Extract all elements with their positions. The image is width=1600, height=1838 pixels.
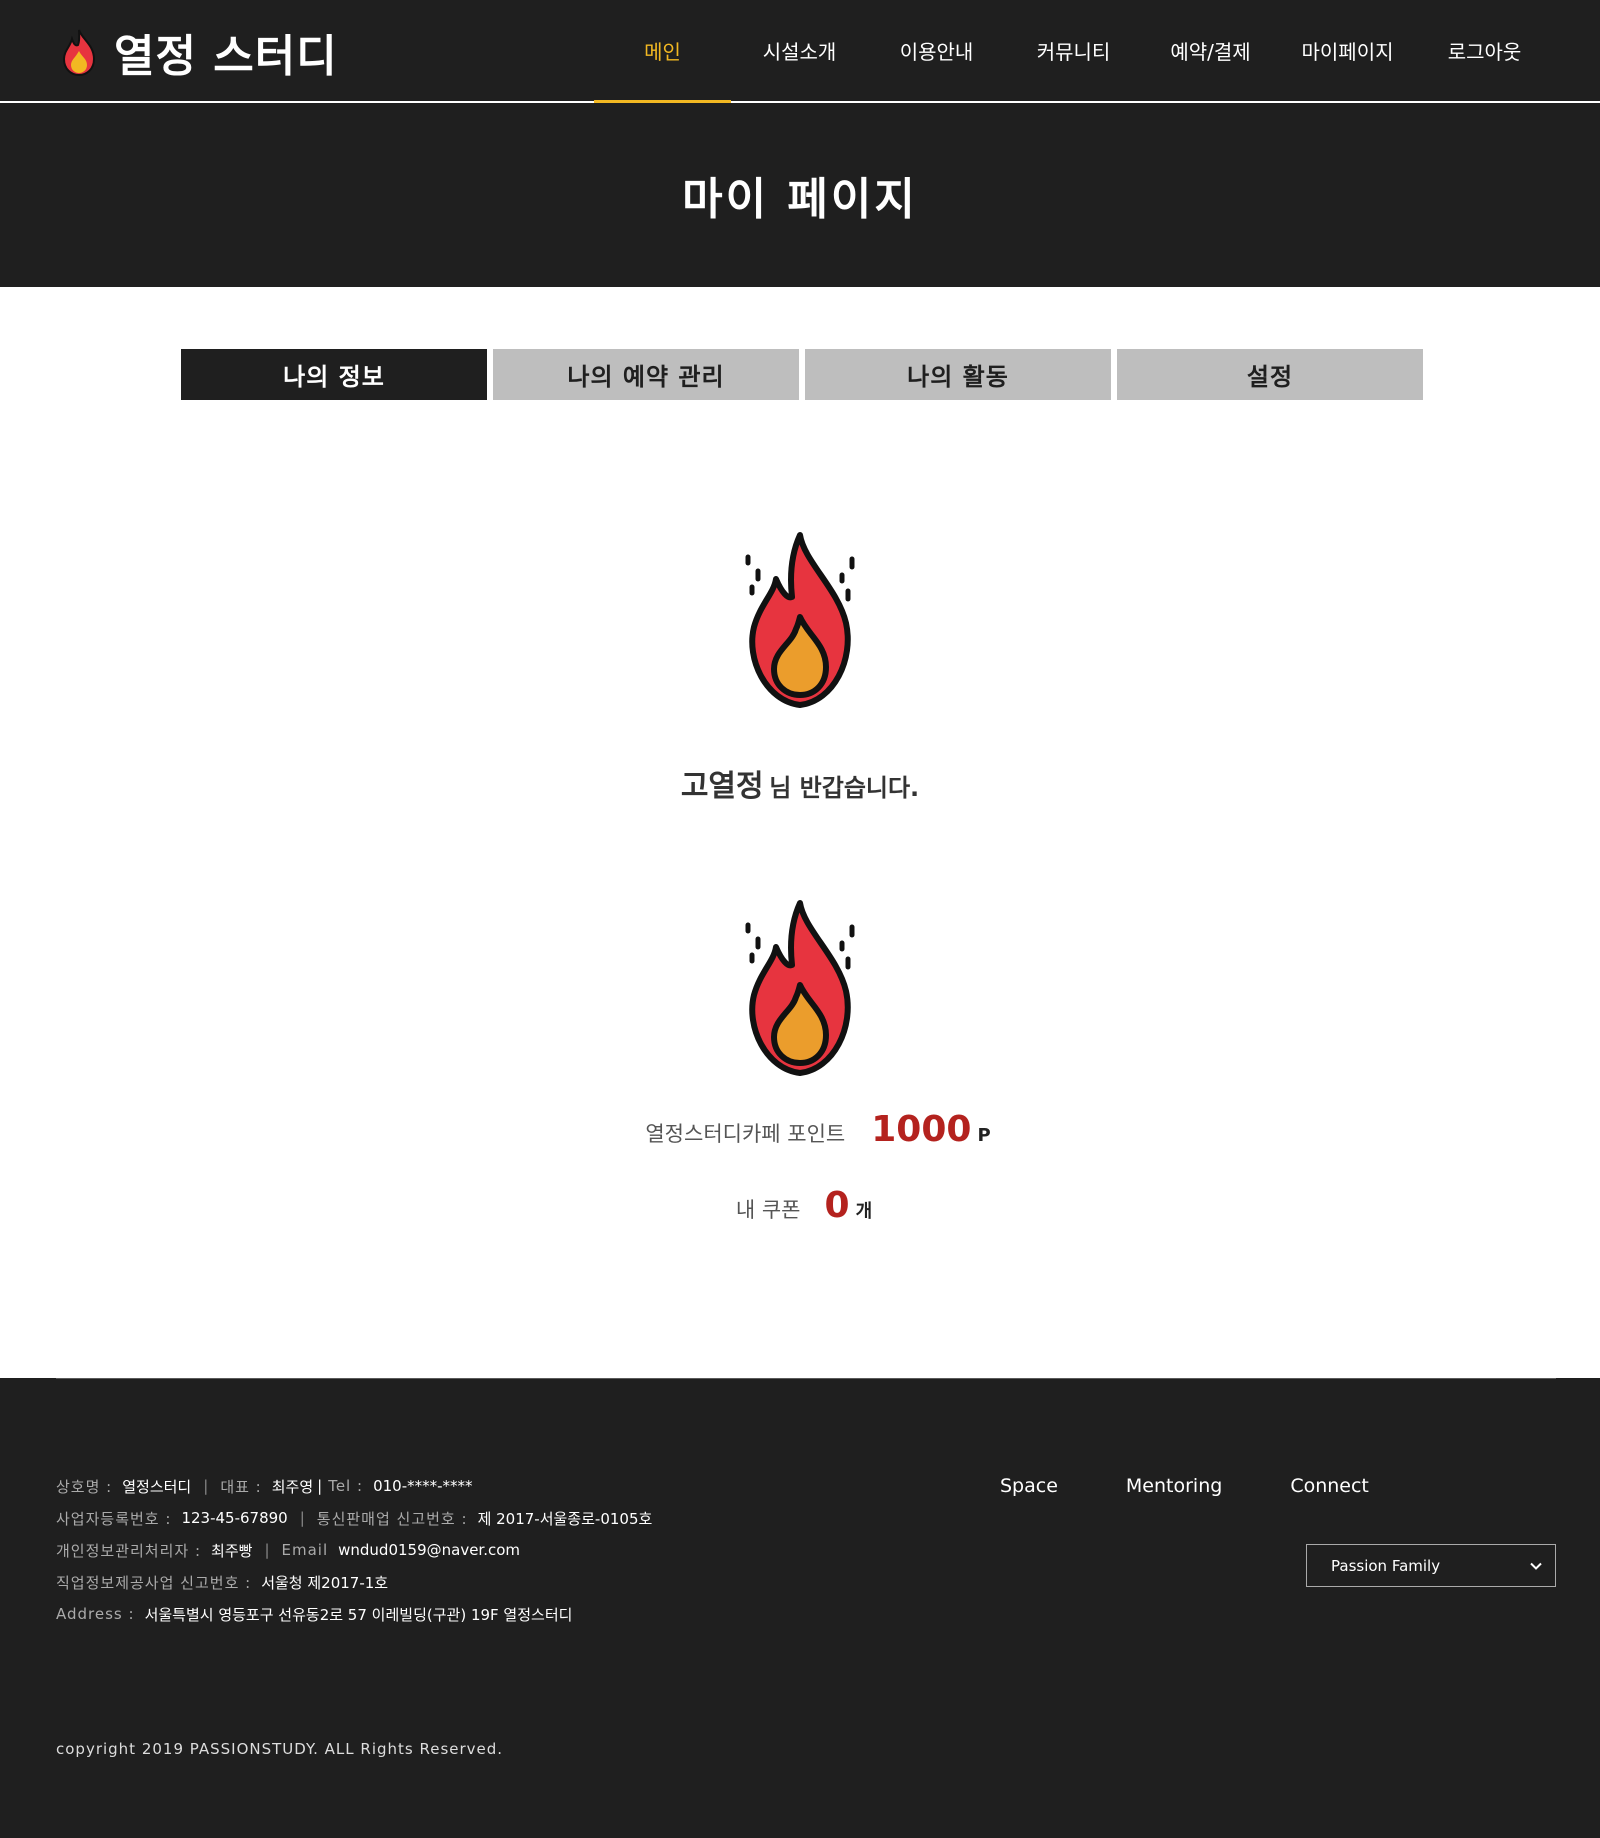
email-label: Email	[281, 1541, 329, 1559]
points-value: 1000	[871, 1109, 972, 1150]
company-info-row: 사업자등록번호 : 123-45-67890 | 통신판매업 신고번호 : 제 …	[56, 1502, 652, 1534]
profile-flame-icon	[745, 532, 855, 708]
mypage-content: 나의 정보 나의 예약 관리 나의 활동 설정 고열정 님 반갑습니다. 열정스…	[0, 287, 1600, 1378]
divider: |	[264, 1541, 270, 1559]
email-value[interactable]: wndud0159@naver.com	[338, 1541, 520, 1559]
ceo-label: 대표 :	[220, 1477, 262, 1496]
address-label: Address :	[56, 1605, 135, 1623]
company-value: 열정스터디	[122, 1477, 192, 1496]
mypage-tabs: 나의 정보 나의 예약 관리 나의 활동 설정	[181, 349, 1423, 400]
tab-my-info[interactable]: 나의 정보	[181, 349, 487, 400]
nav-logout[interactable]: 로그아웃	[1416, 0, 1553, 101]
company-info: 상호명 : 열정스터디 | 대표 : 최주영 | Tel : 010-****-…	[56, 1470, 652, 1630]
privacy-label: 개인정보관리처리자 :	[56, 1541, 202, 1560]
nav-guide[interactable]: 이용안내	[868, 0, 1005, 101]
family-site-select[interactable]: Passion Family	[1306, 1544, 1556, 1587]
company-info-row: Address : 서울특별시 영등포구 선유동2로 57 이레빌딩(구관) 1…	[56, 1598, 652, 1630]
greeting-text: 고열정 님 반갑습니다.	[0, 761, 1600, 805]
tel-label: Tel :	[328, 1477, 364, 1495]
nav-reservation[interactable]: 예약/결제	[1142, 0, 1279, 101]
site-header: 열정 스터디 메인 시설소개 이용안내 커뮤니티 예약/결제 마이페이지 로그아…	[0, 0, 1600, 103]
site-footer: 상호명 : 열정스터디 | 대표 : 최주영 | Tel : 010-****-…	[0, 1378, 1600, 1838]
greeting-suffix: 님 반갑습니다.	[769, 774, 920, 802]
logo-text: 열정 스터디	[114, 31, 338, 82]
page-banner: 마이 페이지	[0, 103, 1600, 287]
points-row: 열정스터디카페 포인트 1000 P	[0, 1109, 1600, 1150]
flame-icon	[62, 29, 96, 77]
coupons-unit: 개	[855, 1201, 873, 1222]
company-info-row: 직업정보제공사업 신고번호 : 서울청 제2017-1호	[56, 1566, 652, 1598]
site-logo[interactable]: 열정 스터디	[58, 26, 338, 82]
divider: |	[299, 1509, 305, 1527]
main-nav: 메인 시설소개 이용안내 커뮤니티 예약/결제 마이페이지 로그아웃	[594, 0, 1553, 103]
address-value: 서울특별시 영등포구 선유동2로 57 이레빌딩(구관) 19F 열정스터디	[144, 1605, 573, 1624]
footer-link-connect[interactable]: Connect	[1290, 1470, 1369, 1502]
tab-my-reservations[interactable]: 나의 예약 관리	[493, 349, 799, 400]
footer-links: Space Mentoring Connect	[1000, 1470, 1369, 1502]
copyright-text: copyright 2019 PASSIONSTUDY. ALL Rights …	[56, 1740, 504, 1758]
user-name: 고열정	[680, 769, 764, 804]
coupons-row: 내 쿠폰 0 개	[0, 1185, 1600, 1226]
nav-main[interactable]: 메인	[594, 0, 731, 103]
privacy-value: 최주빵	[211, 1541, 253, 1560]
page-title: 마이 페이지	[682, 174, 918, 225]
divider: |	[317, 1477, 323, 1495]
nav-mypage[interactable]: 마이페이지	[1279, 0, 1416, 101]
job-label: 직업정보제공사업 신고번호 :	[56, 1573, 252, 1592]
footer-divider	[56, 1378, 1556, 1379]
job-value: 서울청 제2017-1호	[261, 1573, 389, 1592]
biz-no-label: 사업자등록번호 :	[56, 1509, 172, 1528]
mail-order-label: 통신판매업 신고번호 :	[316, 1509, 468, 1528]
coupons-label: 내 쿠폰	[735, 1198, 801, 1222]
points-unit: P	[977, 1125, 991, 1146]
nav-facilities[interactable]: 시설소개	[731, 0, 868, 101]
coupons-value: 0	[824, 1185, 850, 1226]
biz-no-value: 123-45-67890	[181, 1509, 288, 1527]
footer-link-space[interactable]: Space	[1000, 1470, 1058, 1502]
chevron-down-icon	[1530, 1562, 1542, 1570]
family-site-selected: Passion Family	[1331, 1556, 1441, 1575]
tel-value: 010-****-****	[373, 1477, 473, 1495]
footer-link-mentoring[interactable]: Mentoring	[1126, 1470, 1222, 1502]
nav-community[interactable]: 커뮤니티	[1005, 0, 1142, 101]
company-info-row: 개인정보관리처리자 : 최주빵 | Email wndud0159@naver.…	[56, 1534, 652, 1566]
company-info-row: 상호명 : 열정스터디 | 대표 : 최주영 | Tel : 010-****-…	[56, 1470, 652, 1502]
ceo-value: 최주영	[271, 1477, 314, 1496]
points-label: 열정스터디카페 포인트	[645, 1122, 846, 1146]
company-label: 상호명 :	[56, 1477, 113, 1496]
divider: |	[203, 1477, 209, 1495]
points-flame-icon	[745, 900, 855, 1076]
tab-my-activity[interactable]: 나의 활동	[805, 349, 1111, 400]
mail-order-value: 제 2017-서울종로-0105호	[477, 1509, 653, 1528]
tab-settings[interactable]: 설정	[1117, 349, 1423, 400]
